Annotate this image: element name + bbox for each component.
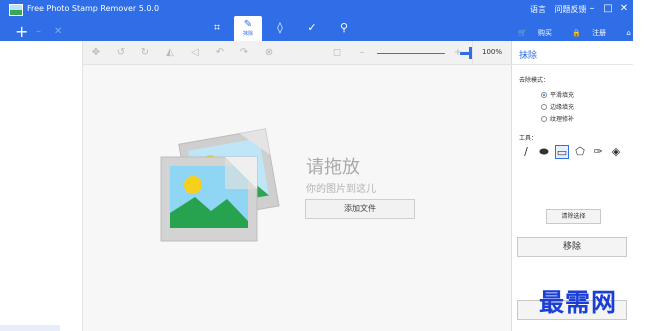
close-icon: ✕: [54, 26, 63, 37]
title-bar: Free Photo Stamp Remover 5.0.0 语言 问题反馈 –…: [0, 0, 651, 41]
pin-icon: ⚲: [339, 21, 349, 34]
tab-erase-label: 抹除: [242, 31, 253, 37]
undo-icon[interactable]: ↶: [213, 46, 227, 60]
brush-icon: ✓: [307, 21, 317, 34]
language-link[interactable]: 语言: [530, 5, 546, 14]
mode-label: 纹理修补: [550, 116, 575, 123]
crop-icon: ⌗: [213, 21, 221, 34]
mode-texture-patch[interactable]: 纹理修补: [541, 114, 574, 123]
panel-title: 抹除: [519, 51, 538, 61]
minus-icon: –: [36, 26, 41, 37]
window-links: 语言 问题反馈: [530, 4, 593, 15]
mode-label: 边缘填充: [550, 104, 575, 111]
mode-label: 平滑填充: [550, 92, 575, 99]
app-title: Free Photo Stamp Remover 5.0.0: [27, 4, 160, 13]
register-action[interactable]: 🔒 注册: [572, 29, 615, 37]
feedback-link[interactable]: 问题反馈: [555, 5, 587, 14]
redo-icon[interactable]: ↷: [237, 46, 251, 60]
panel-divider: [511, 64, 633, 65]
tab-pin[interactable]: ⚲: [330, 16, 358, 40]
minimize-button[interactable]: –: [585, 2, 599, 16]
toolbar-divider: [472, 41, 473, 65]
close-button[interactable]: ✕: [617, 2, 631, 16]
radio-button[interactable]: [541, 91, 547, 98]
removal-mode-label: 去除模式：: [519, 77, 550, 84]
buy-label: 购买: [537, 29, 552, 37]
maximize-button[interactable]: □: [601, 2, 615, 16]
mode-edge-fill[interactable]: 边缘填充: [541, 102, 574, 111]
zoom-value: 100%: [482, 48, 503, 56]
watermark-logo: 最需网: [539, 288, 618, 317]
zoom-out-button[interactable]: –: [355, 46, 369, 60]
tab-brush[interactable]: ✓: [298, 16, 326, 40]
image-canvas[interactable]: [83, 65, 511, 331]
lock-icon: 🔒: [572, 29, 581, 37]
drop-title: 请拖放: [306, 157, 360, 178]
speaker-icon[interactable]: ◁: [188, 46, 202, 60]
drop-icon: ◊: [277, 21, 283, 34]
radio-button[interactable]: [541, 103, 547, 110]
diamond-icon[interactable]: ◈: [609, 145, 623, 159]
radio-button[interactable]: [541, 115, 547, 122]
zoom-slider-track[interactable]: [377, 53, 445, 54]
canvas-toolbar: ✥ ↺ ↻ ◭ ◁ ↶ ↷ ⊗ ◻ – +: [83, 41, 511, 65]
left-pane: [0, 41, 83, 331]
magic-wand-icon[interactable]: ✑: [591, 145, 605, 159]
home-label: 主页: [642, 29, 651, 37]
bottom-tab: [0, 325, 60, 331]
header-actions: 🛒 购买 🔒 注册 ⌂ 主页: [518, 28, 651, 38]
tab-drop[interactable]: ◊: [266, 16, 294, 40]
rotate-left-icon[interactable]: ↺: [114, 46, 128, 60]
move-icon[interactable]: ✥: [89, 46, 103, 60]
app-window: Free Photo Stamp Remover 5.0.0 语言 问题反馈 –…: [0, 0, 651, 331]
tab-crop[interactable]: ⌗: [203, 16, 231, 40]
tools-label: 工具：: [519, 135, 538, 142]
mode-smooth-fill[interactable]: 平滑填充: [541, 90, 574, 99]
remove-button[interactable]: 移除: [517, 237, 627, 257]
polygon-select-icon[interactable]: ⬠: [573, 145, 587, 159]
app-logo-icon: [9, 4, 23, 16]
zoom-in-button[interactable]: +: [451, 46, 465, 60]
plus-icon[interactable]: +: [15, 24, 28, 40]
fit-icon[interactable]: ◻: [330, 46, 344, 60]
eraser-icon: ✎: [243, 19, 253, 30]
clear-selection-button[interactable]: 清除选择: [546, 209, 601, 224]
rotate-right-icon[interactable]: ↻: [138, 46, 152, 60]
rectangle-select-icon[interactable]: ▭: [555, 145, 569, 159]
cancel-icon[interactable]: ⊗: [262, 46, 276, 60]
brush-icon[interactable]: ∕: [519, 145, 533, 159]
cart-icon: 🛒: [518, 29, 527, 37]
home-icon: ⌂: [626, 29, 631, 37]
register-label: 注册: [592, 29, 607, 37]
flip-icon[interactable]: ◭: [163, 46, 177, 60]
tab-erase[interactable]: ✎ 抹除: [234, 16, 262, 41]
drop-subtitle: 你的图片到这儿: [306, 184, 376, 195]
image-placeholder-illustration: [160, 128, 280, 242]
add-file-button[interactable]: 添加文件: [305, 199, 415, 219]
home-action[interactable]: ⌂ 主页: [626, 29, 651, 37]
eraser-icon[interactable]: ⬬: [537, 145, 551, 159]
buy-action[interactable]: 🛒 购买: [518, 29, 561, 37]
